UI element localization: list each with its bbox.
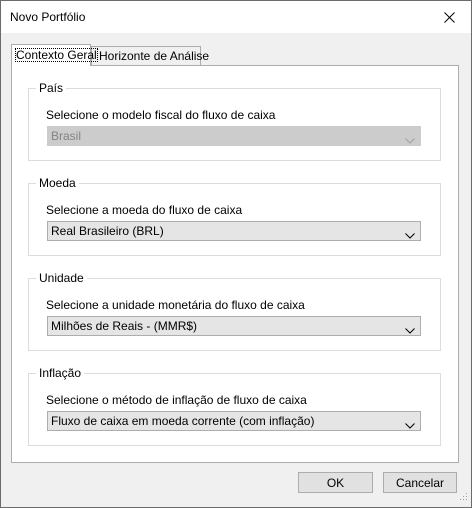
ok-button[interactable]: OK (298, 472, 373, 493)
group-inflacao: Inflação Selecione o método de inflação … (28, 366, 441, 446)
close-button[interactable] (427, 1, 471, 33)
tab-horizonte-de-analise[interactable]: Horizonte de Análise (91, 46, 209, 65)
group-label-pais: País (36, 81, 67, 95)
chevron-down-icon (405, 133, 415, 147)
group-description-inflacao: Selecione o método de inflação de fluxo … (46, 393, 307, 407)
chevron-down-icon (405, 418, 415, 432)
title-bar[interactable]: Novo Portfólio (1, 1, 471, 33)
tab-label: Contexto Geral (15, 48, 98, 62)
tab-contexto-geral[interactable]: Contexto Geral (11, 44, 98, 66)
chevron-down-icon (405, 323, 415, 337)
group-description-unidade: Selecione a unidade monetária do fluxo d… (46, 298, 305, 312)
group-description-moeda: Selecione a moeda do fluxo de caixa (46, 203, 243, 217)
country-select: Brasil (47, 126, 421, 146)
unit-select[interactable]: Milhões de Reais - (MMR$) (47, 316, 421, 336)
dialog-window: Novo Portfólio Contexto Geral Horizonte … (0, 0, 472, 508)
window-title: Novo Portfólio (10, 10, 86, 24)
group-label-inflacao: Inflação (36, 366, 85, 380)
group-label-unidade: Unidade (36, 271, 87, 285)
currency-select-value: Real Brasileiro (BRL) (51, 224, 164, 238)
group-moeda: Moeda Selecione a moeda do fluxo de caix… (28, 176, 441, 256)
country-select-value: Brasil (51, 129, 82, 143)
group-description-pais: Selecione o modelo fiscal do fluxo de ca… (46, 108, 276, 122)
cancel-button[interactable]: Cancelar (383, 472, 457, 493)
group-pais: País Selecione o modelo fiscal do fluxo … (28, 81, 441, 161)
currency-select[interactable]: Real Brasileiro (BRL) (47, 221, 421, 241)
unit-select-value: Milhões de Reais - (MMR$) (51, 319, 198, 333)
close-icon (443, 11, 455, 23)
group-label-moeda: Moeda (36, 176, 79, 190)
chevron-down-icon (405, 228, 415, 242)
group-unidade: Unidade Selecione a unidade monetária do… (28, 271, 441, 351)
inflation-method-select-value: Fluxo de caixa em moeda corrente (com in… (51, 414, 315, 428)
tab-label: Horizonte de Análise (99, 49, 210, 63)
resize-grip-icon[interactable] (458, 490, 468, 504)
inflation-method-select[interactable]: Fluxo de caixa em moeda corrente (com in… (47, 411, 421, 431)
